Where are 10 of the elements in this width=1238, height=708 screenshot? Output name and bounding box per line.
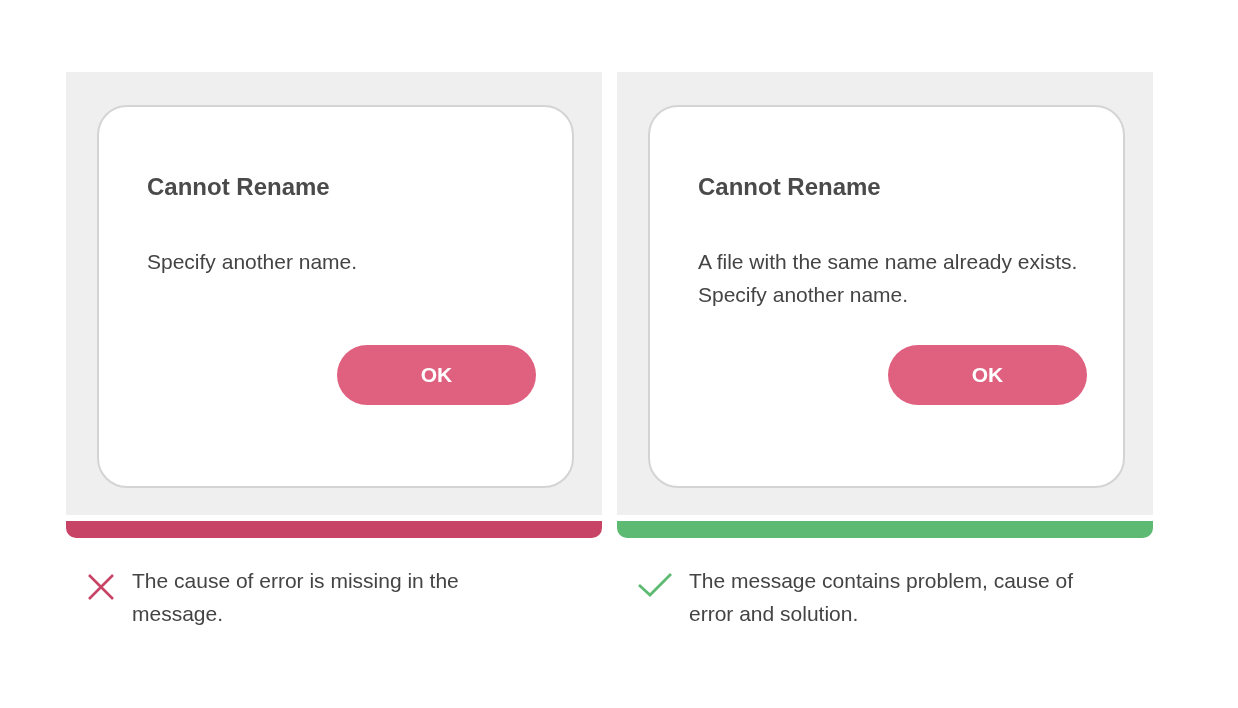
cross-icon [86, 572, 116, 602]
caption-text: The cause of error is missing in the message. [132, 568, 460, 627]
check-icon [637, 572, 673, 598]
ok-button[interactable]: OK [888, 345, 1087, 405]
dialog-title: Cannot Rename [147, 173, 331, 201]
dialog-message: Specify another name. [147, 249, 359, 275]
ok-button[interactable]: OK [337, 345, 536, 405]
caption-text: The message contains problem, cause of error and solution. [689, 568, 1075, 627]
dialog-message: A file with the same name already exists. Specify another name. [698, 249, 1079, 308]
dialog-title: Cannot Rename [698, 173, 882, 201]
